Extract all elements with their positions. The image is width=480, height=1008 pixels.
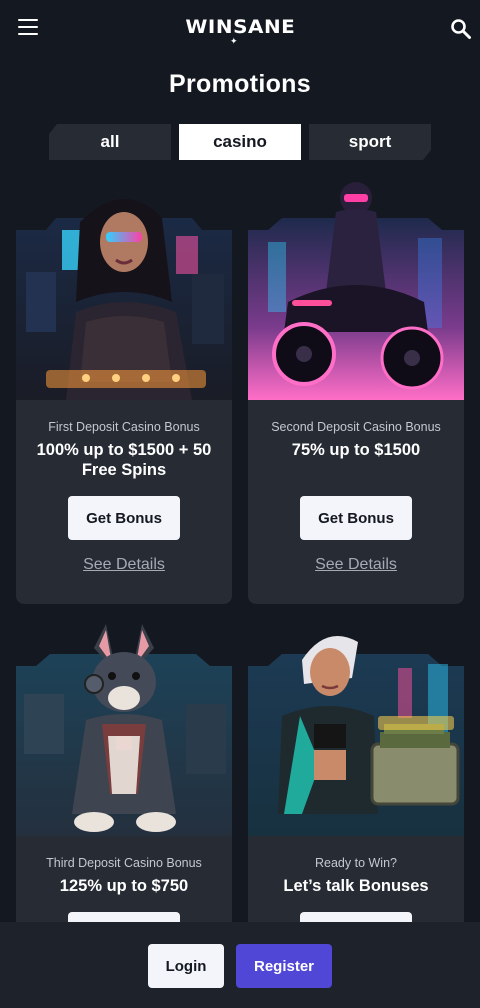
login-button[interactable]: Login	[148, 944, 224, 988]
tab-sport[interactable]: sport	[309, 124, 431, 160]
see-details-link[interactable]: See Details	[248, 556, 464, 574]
promo-subtitle: First Deposit Casino Bonus	[48, 420, 200, 434]
page-title: Promotions	[169, 70, 311, 98]
promo-card-third-deposit: Third Deposit Casino Bonus 125% up to $7…	[16, 624, 232, 956]
promo-title: 100% up to $1500 + 50 Free Spins	[36, 441, 212, 479]
get-bonus-button[interactable]: Get Bonus	[68, 496, 180, 540]
promo-card-first-deposit: First Deposit Casino Bonus 100% up to $1…	[16, 198, 232, 604]
site-header: WINSANE ✦	[0, 0, 480, 56]
auth-bar: Login Register	[0, 922, 480, 1008]
logo-text: WINSANE	[185, 16, 295, 38]
site-logo[interactable]: WINSANE ✦	[180, 16, 300, 46]
promo-subtitle: Third Deposit Casino Bonus	[46, 856, 202, 870]
register-button[interactable]: Register	[236, 944, 332, 988]
search-icon[interactable]	[450, 18, 472, 40]
promo-card-second-deposit: Second Deposit Casino Bonus 75% up to $1…	[248, 182, 464, 604]
promo-card-ready-to-win: Ready to Win? Let’s talk Bonuses Get Bon…	[248, 636, 464, 956]
promo-title: 125% up to $750	[59, 877, 189, 895]
see-details-link[interactable]: See Details	[16, 556, 232, 574]
logo-star-icon: ✦	[230, 36, 238, 46]
get-bonus-button[interactable]: Get Bonus	[300, 496, 412, 540]
promo-title: Let’s talk Bonuses	[283, 877, 429, 895]
cyberpunk-girl-dealer-art	[16, 182, 232, 400]
cyber-dog-art	[16, 624, 232, 836]
promo-subtitle: Second Deposit Casino Bonus	[271, 420, 441, 434]
tab-all[interactable]: all	[49, 124, 171, 160]
motorcycle-rider-art	[248, 182, 464, 400]
hamburger-menu-icon[interactable]	[18, 18, 38, 36]
girl-with-money-case-art	[248, 624, 464, 836]
tab-casino[interactable]: casino	[179, 124, 301, 160]
promo-title: 75% up to $1500	[291, 441, 421, 459]
promo-subtitle: Ready to Win?	[315, 856, 397, 870]
